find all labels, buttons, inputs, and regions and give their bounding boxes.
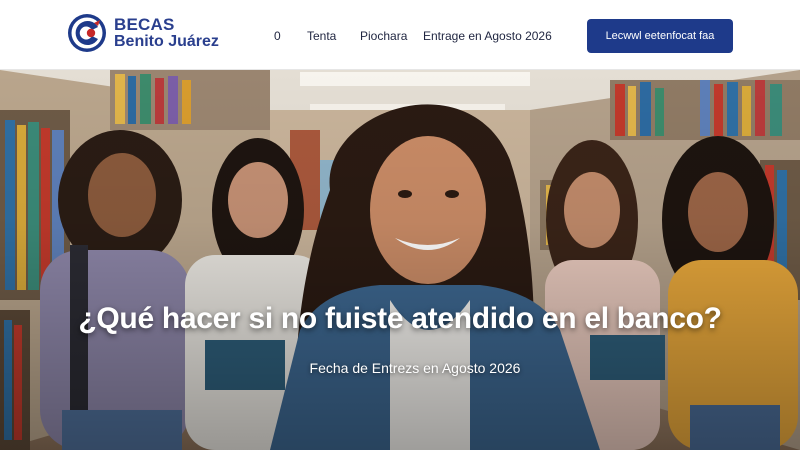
hero-title: ¿Qué hacer si no fuiste atendido en el b…: [78, 302, 722, 335]
cta-button[interactable]: Lecwwl eetenfocat faa: [587, 19, 733, 53]
nav-item-0[interactable]: 0: [274, 29, 281, 43]
site-header: BECAS Benito Juárez 0 Tenta Piochara Ent…: [0, 0, 800, 70]
hero-subtitle: Fecha de Entrezs en Agosto 2026: [309, 360, 521, 376]
nav-item-tenta[interactable]: Tenta: [307, 29, 336, 43]
hero-banner: ¿Qué hacer si no fuiste atendido en el b…: [0, 70, 800, 450]
nav-item-piochara[interactable]: Piochara: [360, 29, 407, 43]
nav-item-entrega[interactable]: Entrage en Agosto 2026: [423, 29, 552, 43]
hero-overlay: [0, 70, 800, 450]
